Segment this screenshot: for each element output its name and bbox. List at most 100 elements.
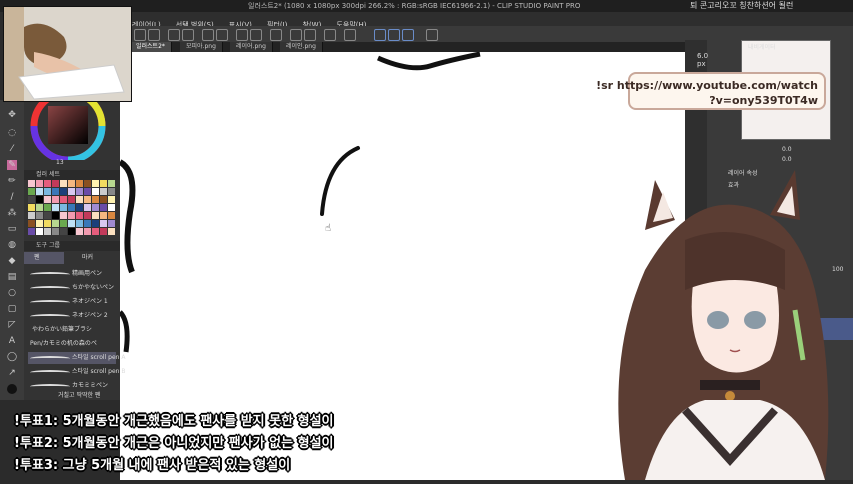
color-swatch[interactable] — [84, 188, 91, 195]
brush-item[interactable]: ネオジペン 2 — [28, 310, 116, 322]
color-swatch[interactable] — [100, 196, 107, 203]
color-swatch[interactable] — [36, 196, 43, 203]
redo-icon[interactable] — [148, 29, 160, 41]
color-swatch[interactable] — [84, 228, 91, 235]
blend-icon[interactable]: ◍ — [7, 240, 17, 250]
eyedropper-icon[interactable]: ⁄ — [7, 144, 17, 154]
brush-size-readout[interactable]: 13 — [28, 158, 116, 168]
color-swatches[interactable] — [28, 180, 116, 238]
color-swatch[interactable] — [44, 180, 51, 187]
color-swatch[interactable] — [36, 212, 43, 219]
brush-item[interactable]: 거칠고 딱딱한 펜 — [28, 392, 116, 400]
color-swatch[interactable] — [28, 228, 35, 235]
color-swatch[interactable] — [52, 188, 59, 195]
color-swatch[interactable] — [68, 212, 75, 219]
color-swatch[interactable] — [44, 220, 51, 227]
color-swatch[interactable] — [84, 180, 91, 187]
ruler-icon[interactable]: ◸ — [7, 320, 17, 330]
color-swatch[interactable] — [100, 228, 107, 235]
main-color-swatch[interactable] — [7, 384, 17, 394]
line-icon[interactable] — [402, 29, 414, 41]
pen-mode-icon[interactable] — [374, 29, 386, 41]
lasso-icon[interactable]: ◌ — [7, 128, 17, 138]
color-swatch[interactable] — [68, 228, 75, 235]
brush-item[interactable]: ちかやないペン — [28, 282, 116, 294]
color-swatch[interactable] — [84, 204, 91, 211]
deselect-icon[interactable] — [250, 29, 262, 41]
color-swatch[interactable] — [100, 212, 107, 219]
color-swatch[interactable] — [92, 212, 99, 219]
gradient-icon[interactable]: ▤ — [7, 272, 17, 282]
color-swatch[interactable] — [36, 204, 43, 211]
color-swatch[interactable] — [92, 180, 99, 187]
color-swatch[interactable] — [92, 220, 99, 227]
crop-icon[interactable] — [216, 29, 228, 41]
color-swatch[interactable] — [52, 204, 59, 211]
curve-icon[interactable] — [388, 29, 400, 41]
color-swatch[interactable] — [92, 204, 99, 211]
color-swatch[interactable] — [84, 220, 91, 227]
color-swatch[interactable] — [60, 220, 67, 227]
color-swatch[interactable] — [60, 204, 67, 211]
brush-item[interactable]: Pen/カモミの机の森のペ — [28, 338, 116, 350]
color-swatch[interactable] — [44, 204, 51, 211]
color-swatch[interactable] — [44, 212, 51, 219]
text-icon[interactable]: A — [7, 336, 17, 346]
color-swatch[interactable] — [100, 180, 107, 187]
tab-document-4[interactable]: 레이인.png — [280, 42, 323, 52]
color-wheel[interactable] — [24, 100, 116, 160]
color-swatch[interactable] — [84, 212, 91, 219]
fill-icon[interactable] — [182, 29, 194, 41]
color-swatch[interactable] — [84, 196, 91, 203]
color-swatch[interactable] — [68, 188, 75, 195]
color-swatch[interactable] — [44, 228, 51, 235]
flip-icon[interactable] — [426, 29, 438, 41]
grid-icon[interactable] — [324, 29, 336, 41]
color-swatch[interactable] — [60, 188, 67, 195]
color-swatch[interactable] — [100, 188, 107, 195]
eraser-icon[interactable]: ▭ — [7, 224, 17, 234]
color-swatch[interactable] — [68, 180, 75, 187]
fill-bucket-icon[interactable]: ◆ — [7, 256, 17, 266]
correct-line-icon[interactable]: ↗ — [7, 368, 17, 378]
color-swatch[interactable] — [108, 212, 115, 219]
color-swatch[interactable] — [108, 188, 115, 195]
color-swatch[interactable] — [28, 188, 35, 195]
color-swatch[interactable] — [68, 196, 75, 203]
brush-item[interactable]: やわらかい鉛筆ブラシ — [28, 324, 116, 336]
color-swatch[interactable] — [28, 204, 35, 211]
color-swatch[interactable] — [52, 220, 59, 227]
color-swatch[interactable] — [44, 196, 51, 203]
pen-tool-icon[interactable]: ✎ — [7, 160, 17, 170]
brush-item[interactable]: カモミミペン — [28, 380, 116, 392]
snap-icon[interactable] — [290, 29, 302, 41]
color-swatch[interactable] — [68, 204, 75, 211]
invert-icon[interactable] — [270, 29, 282, 41]
balloon-icon[interactable]: ◯ — [7, 352, 17, 362]
color-swatch[interactable] — [52, 212, 59, 219]
color-swatch[interactable] — [108, 220, 115, 227]
color-swatch[interactable] — [28, 220, 35, 227]
color-swatch[interactable] — [108, 196, 115, 203]
color-swatch[interactable] — [76, 228, 83, 235]
pencil-icon[interactable]: ✏ — [7, 176, 17, 186]
color-swatch[interactable] — [76, 220, 83, 227]
snap-ruler-icon[interactable] — [304, 29, 316, 41]
color-swatch[interactable] — [68, 220, 75, 227]
color-swatch[interactable] — [108, 180, 115, 187]
color-swatch[interactable] — [92, 196, 99, 203]
move-icon[interactable]: ✥ — [7, 110, 17, 120]
brush-item-selected[interactable]: 스타일 scroll pen A — [28, 352, 125, 364]
color-swatch[interactable] — [76, 188, 83, 195]
stabilizer-icon[interactable] — [344, 29, 356, 41]
color-swatch[interactable] — [28, 212, 35, 219]
transform-icon[interactable] — [202, 29, 214, 41]
color-swatch[interactable] — [44, 188, 51, 195]
color-swatch[interactable] — [52, 180, 59, 187]
undo-icon[interactable] — [134, 29, 146, 41]
color-swatch[interactable] — [52, 228, 59, 235]
color-swatch[interactable] — [100, 204, 107, 211]
tab-document-2[interactable]: 모피아.png — [180, 42, 223, 52]
color-swatch[interactable] — [60, 212, 67, 219]
brush-item[interactable]: ネオジペン 1 — [28, 296, 116, 308]
